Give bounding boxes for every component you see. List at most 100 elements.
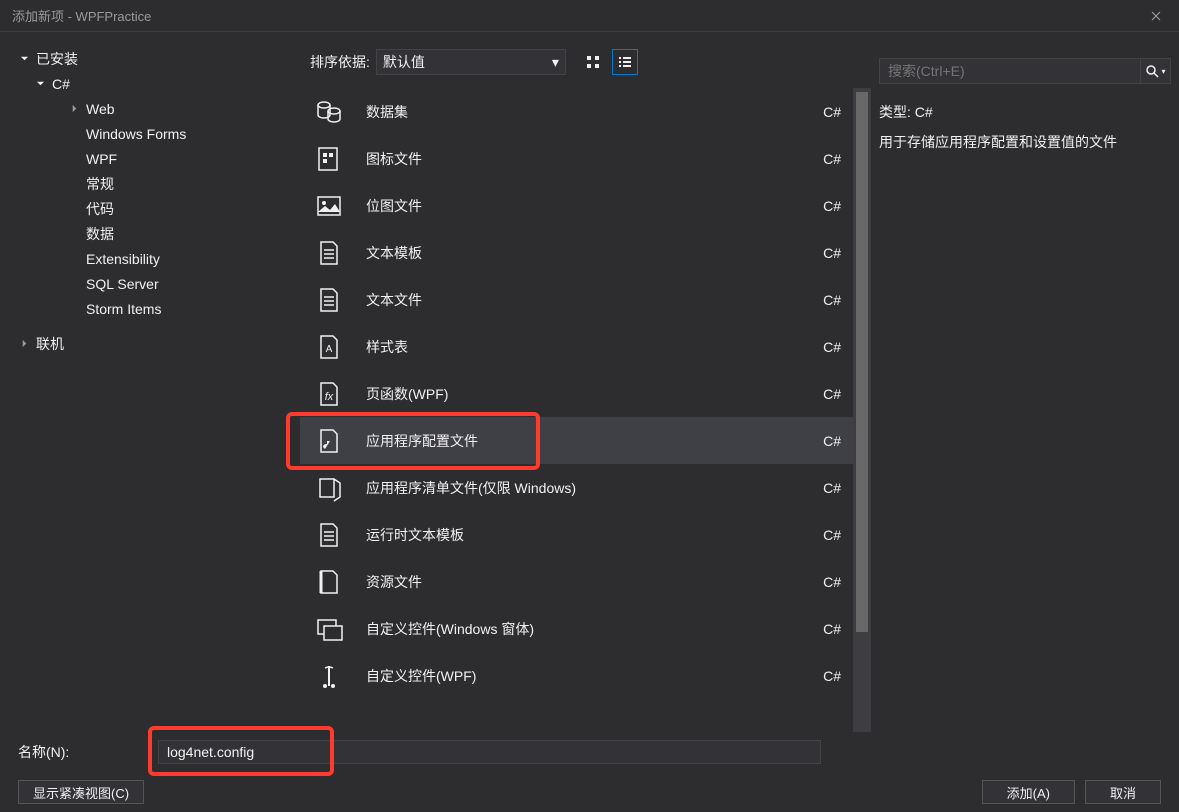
template-item[interactable]: 自定义控件(WPF)C# (300, 652, 871, 699)
template-icon (312, 142, 346, 176)
template-lang: C# (823, 433, 841, 449)
tree-label: 数据 (86, 224, 114, 244)
chevron-down-icon (34, 78, 46, 90)
sort-dropdown[interactable]: 默认值 ▾ (376, 49, 566, 75)
tree-item-web[interactable]: Web (10, 96, 290, 121)
template-lang: C# (823, 527, 841, 543)
template-list: 数据集 C# 图标文件 C# 位图文件 C# 文本模板 C# 文本文件 C# A 样式表 C# fx 页函数… (300, 88, 871, 732)
template-item[interactable]: 图标文件 C# (300, 135, 871, 182)
template-name: 文本模板 (366, 243, 422, 263)
template-icon (312, 565, 346, 599)
type-value: C# (915, 104, 933, 120)
tree-item-general[interactable]: 常规 (10, 171, 290, 196)
template-icon (312, 518, 346, 552)
name-label: 名称(N): (18, 742, 158, 762)
template-icon (312, 612, 346, 646)
tree-item-wpf[interactable]: WPF (10, 146, 290, 171)
cancel-button[interactable]: 取消 (1085, 780, 1161, 804)
tree-item-sql[interactable]: SQL Server (10, 271, 290, 296)
tree-label: SQL Server (86, 276, 159, 292)
template-icon (312, 424, 346, 458)
template-icon: fx (312, 377, 346, 411)
svg-text:fx: fx (325, 391, 334, 403)
template-name: 自定义控件(Windows 窗体) (366, 619, 534, 639)
svg-text:A: A (326, 344, 333, 355)
tree-item-storm[interactable]: Storm Items (10, 296, 290, 321)
tree-csharp[interactable]: C# (10, 71, 290, 96)
template-lang: C# (823, 151, 841, 167)
template-item[interactable]: 运行时文本模板 C# (300, 511, 871, 558)
search-button[interactable]: ▾ (1141, 58, 1171, 84)
template-name: 数据集 (366, 102, 408, 122)
tree-label: Web (86, 101, 115, 117)
compact-view-button[interactable]: 显示紧凑视图(C) (18, 780, 144, 804)
template-lang: C# (823, 386, 841, 402)
template-name: 页函数(WPF) (366, 384, 448, 404)
sort-value: 默认值 (383, 52, 425, 72)
template-item[interactable]: 位图文件 C# (300, 182, 871, 229)
template-name: 样式表 (366, 337, 408, 357)
template-icon: A (312, 330, 346, 364)
template-name: 文本文件 (366, 290, 422, 310)
template-name: 运行时文本模板 (366, 525, 464, 545)
template-item[interactable]: 自定义控件(Windows 窗体) C# (300, 605, 871, 652)
template-item[interactable]: 文本模板 C# (300, 229, 871, 276)
scrollbar-thumb[interactable] (856, 92, 868, 632)
template-icon (312, 471, 346, 505)
template-lang: C# (823, 339, 841, 355)
type-label: 类型: (879, 104, 911, 120)
template-name: 应用程序配置文件 (366, 431, 478, 451)
tree-label: WPF (86, 151, 117, 167)
category-tree: 已安装 C# Web Windows Forms WPF 常规 代码 数据 Ex… (0, 32, 300, 732)
template-item[interactable]: 数据集 C# (300, 88, 871, 135)
template-name: 资源文件 (366, 572, 422, 592)
template-name: 位图文件 (366, 196, 422, 216)
template-lang: C# (823, 104, 841, 120)
chevron-down-icon: ▾ (1161, 67, 1165, 76)
tree-label: 已安装 (36, 49, 78, 69)
sort-label: 排序依据: (310, 52, 370, 72)
close-button[interactable] (1133, 0, 1179, 32)
view-grid-button[interactable] (580, 49, 606, 75)
template-lang: C# (823, 574, 841, 590)
add-button[interactable]: 添加(A) (982, 780, 1075, 804)
tree-label: 常规 (86, 174, 114, 194)
tree-item-code[interactable]: 代码 (10, 196, 290, 221)
template-icon (312, 95, 346, 129)
tree-label: Extensibility (86, 251, 160, 267)
template-item[interactable]: 资源文件 C# (300, 558, 871, 605)
chevron-right-icon (18, 338, 30, 350)
template-name: 自定义控件(WPF) (366, 666, 476, 686)
chevron-down-icon: ▾ (552, 54, 559, 71)
scrollbar[interactable] (853, 88, 871, 732)
tree-item-extensibility[interactable]: Extensibility (10, 246, 290, 271)
template-icon (312, 659, 346, 693)
tree-online[interactable]: 联机 (10, 331, 290, 356)
template-item[interactable]: 文本文件 C# (300, 276, 871, 323)
template-item[interactable]: A 样式表 C# (300, 323, 871, 370)
template-item[interactable]: fx 页函数(WPF) C# (300, 370, 871, 417)
tree-item-winforms[interactable]: Windows Forms (10, 121, 290, 146)
template-lang: C# (823, 480, 841, 496)
template-icon (312, 283, 346, 317)
template-icon (312, 189, 346, 223)
tree-label: C# (52, 76, 70, 92)
template-lang: C# (823, 198, 841, 214)
tree-item-data[interactable]: 数据 (10, 221, 290, 246)
template-lang: C# (823, 292, 841, 308)
chevron-right-icon (68, 103, 80, 115)
view-list-button[interactable] (612, 49, 638, 75)
tree-label: Windows Forms (86, 126, 186, 142)
search-input[interactable] (879, 58, 1141, 84)
template-lang: C# (823, 621, 841, 637)
tree-label: 代码 (86, 199, 114, 219)
template-name: 图标文件 (366, 149, 422, 169)
template-name: 应用程序清单文件(仅限 Windows) (366, 478, 576, 498)
template-lang: C# (823, 245, 841, 261)
template-item[interactable]: 应用程序清单文件(仅限 Windows) C# (300, 464, 871, 511)
tree-installed[interactable]: 已安装 (10, 46, 290, 71)
chevron-down-icon (18, 53, 30, 65)
window-title: 添加新项 - WPFPractice (12, 6, 151, 25)
name-input[interactable] (158, 740, 821, 764)
template-item[interactable]: 应用程序配置文件 C# (300, 417, 871, 464)
